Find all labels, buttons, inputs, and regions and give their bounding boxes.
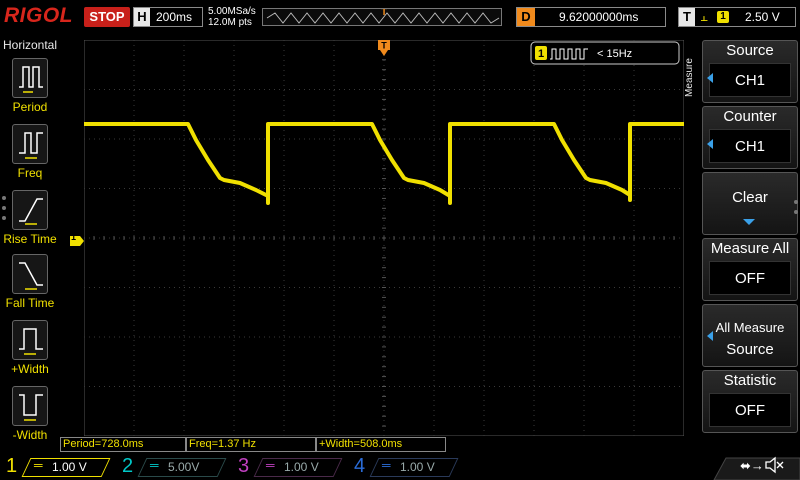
delay-box[interactable]: D 9.62000000ms bbox=[516, 7, 666, 27]
measure-freq-button[interactable]: Freq bbox=[0, 124, 60, 188]
rise-time-icon bbox=[12, 190, 48, 230]
counter-title: Counter bbox=[723, 108, 777, 125]
ch3-scale: 1.00 V bbox=[284, 460, 319, 474]
measure-rise-time-button[interactable]: Rise Time bbox=[0, 190, 60, 254]
ch2-scale: 5.00V bbox=[168, 460, 200, 474]
ch2-status[interactable]: 2 ═ 5.00V bbox=[116, 454, 232, 480]
timebase-value: 200ms bbox=[156, 10, 193, 24]
waveform-display[interactable]: T 1 < 15Hz bbox=[84, 40, 684, 436]
measure-neg-width-button[interactable]: -Width bbox=[0, 386, 60, 450]
pos-width-readout: +Width=508.0ms bbox=[316, 437, 446, 452]
source-value: CH1 bbox=[709, 63, 791, 97]
freq-readout: Freq=1.37 Hz bbox=[186, 437, 316, 452]
speaker-muted-icon[interactable] bbox=[764, 456, 784, 474]
ch4-number: 4 bbox=[354, 455, 366, 477]
all-measure-line1: All Measure bbox=[715, 320, 785, 335]
source-title: Source bbox=[726, 42, 774, 59]
frequency-badge-channel: 1 bbox=[538, 48, 544, 60]
counter-value: CH1 bbox=[709, 129, 791, 163]
knob-arrow-icon bbox=[707, 139, 713, 149]
delay-label: D bbox=[517, 8, 535, 26]
ch1-number: 1 bbox=[6, 455, 18, 477]
pos-width-icon bbox=[12, 320, 48, 360]
ch1-status[interactable]: 1 ═ 1.00 V bbox=[0, 454, 116, 480]
dc-coupling-icon: ═ bbox=[266, 458, 275, 472]
ch3-number: 3 bbox=[238, 455, 250, 477]
measure-period-button[interactable]: Period bbox=[0, 58, 60, 122]
ch1-scale: 1.00 V bbox=[52, 460, 87, 474]
rising-edge-icon: ⫠ bbox=[700, 9, 708, 24]
measure-all-softkey[interactable]: Measure All OFF bbox=[702, 238, 798, 301]
memory-overview-strip: T bbox=[262, 8, 502, 26]
measure-menu-tab: Measure bbox=[684, 52, 702, 108]
dc-coupling-icon: ═ bbox=[382, 458, 391, 472]
right-menu-scroll-indicator bbox=[794, 200, 798, 220]
clear-softkey[interactable]: Clear bbox=[702, 172, 798, 235]
ch4-status[interactable]: 4 ═ 1.00 V bbox=[348, 454, 464, 480]
left-menu-title: Horizontal bbox=[2, 38, 58, 52]
ch1-offset-marker[interactable]: 1 bbox=[70, 232, 84, 246]
memory-depth: 12.0M pts bbox=[208, 17, 252, 28]
trigger-box[interactable]: T ⫠ 1 2.50 V bbox=[678, 7, 796, 27]
all-measure-line2: Source bbox=[726, 341, 774, 358]
measure-tab-label: Measure bbox=[683, 58, 695, 97]
measure-fall-time-button[interactable]: Fall Time bbox=[0, 254, 60, 318]
dc-coupling-icon: ═ bbox=[34, 458, 43, 472]
horizontal-measure-menu: Horizontal Period Freq Rise Time Fall Ti… bbox=[0, 36, 60, 454]
ch4-scale: 1.00 V bbox=[400, 460, 435, 474]
measure-softkey-menu: Source CH1 Counter CH1 Clear Measure All… bbox=[702, 40, 798, 436]
ch3-status[interactable]: 3 ═ 1.00 V bbox=[232, 454, 348, 480]
horizontal-label: H bbox=[134, 8, 150, 26]
fall-time-label: Fall Time bbox=[5, 296, 55, 310]
chevron-down-icon bbox=[743, 219, 755, 225]
freq-label: Freq bbox=[17, 166, 43, 180]
ch2-number: 2 bbox=[122, 455, 134, 477]
period-label: Period bbox=[12, 100, 48, 114]
measure-all-value: OFF bbox=[709, 261, 791, 295]
all-measure-source-softkey[interactable]: All Measure Source bbox=[702, 304, 798, 367]
frequency-badge-text: < 15Hz bbox=[597, 48, 632, 60]
trigger-level: 2.50 V bbox=[745, 10, 780, 24]
trigger-position-label: T bbox=[381, 41, 387, 51]
fall-time-icon bbox=[12, 254, 48, 294]
all-measure-source-label: All Measure Source bbox=[703, 317, 797, 361]
measure-all-title: Measure All bbox=[710, 240, 790, 257]
clear-label: Clear bbox=[732, 189, 768, 206]
period-icon bbox=[12, 58, 48, 98]
delay-value: 9.62000000ms bbox=[559, 10, 639, 24]
measure-pos-width-button[interactable]: +Width bbox=[0, 320, 60, 384]
period-readout: Period=728.0ms bbox=[60, 437, 186, 452]
measurement-readouts: Period=728.0ms Freq=1.37 Hz +Width=508.0… bbox=[60, 437, 684, 452]
pos-width-label: +Width bbox=[11, 362, 49, 376]
usb-icon: ⬌→ bbox=[740, 458, 764, 473]
statistic-softkey[interactable]: Statistic OFF bbox=[702, 370, 798, 433]
rigol-logo: RIGOL bbox=[4, 4, 73, 27]
freq-icon bbox=[12, 124, 48, 164]
run-stop-indicator[interactable]: STOP bbox=[84, 7, 130, 27]
trigger-label: T bbox=[679, 8, 695, 26]
source-softkey[interactable]: Source CH1 bbox=[702, 40, 798, 103]
memory-trigger-marker: T bbox=[381, 8, 388, 18]
dc-coupling-icon: ═ bbox=[150, 458, 159, 472]
statistic-title: Statistic bbox=[723, 372, 777, 389]
knob-arrow-icon bbox=[707, 73, 713, 83]
statistic-value: OFF bbox=[709, 393, 791, 427]
timebase-box[interactable]: H 200ms bbox=[133, 7, 203, 27]
top-status-bar: RIGOL STOP H 200ms 5.00MSa/s 12.0M pts T… bbox=[0, 0, 800, 34]
neg-width-icon bbox=[12, 386, 48, 426]
knob-arrow-icon bbox=[707, 331, 713, 341]
acquisition-info: 5.00MSa/s 12.0M pts bbox=[208, 6, 256, 28]
rise-time-label: Rise Time bbox=[3, 232, 57, 246]
counter-softkey[interactable]: Counter CH1 bbox=[702, 106, 798, 169]
ch1-offset-label: 1 bbox=[71, 232, 77, 242]
neg-width-label: -Width bbox=[12, 428, 48, 442]
sample-rate: 5.00MSa/s bbox=[208, 6, 256, 17]
trigger-source-badge: 1 bbox=[717, 11, 729, 23]
channel-status-bar: 1 ═ 1.00 V 2 ═ 5.00V 3 ═ 1.00 V 4 ═ 1.00… bbox=[0, 454, 800, 480]
